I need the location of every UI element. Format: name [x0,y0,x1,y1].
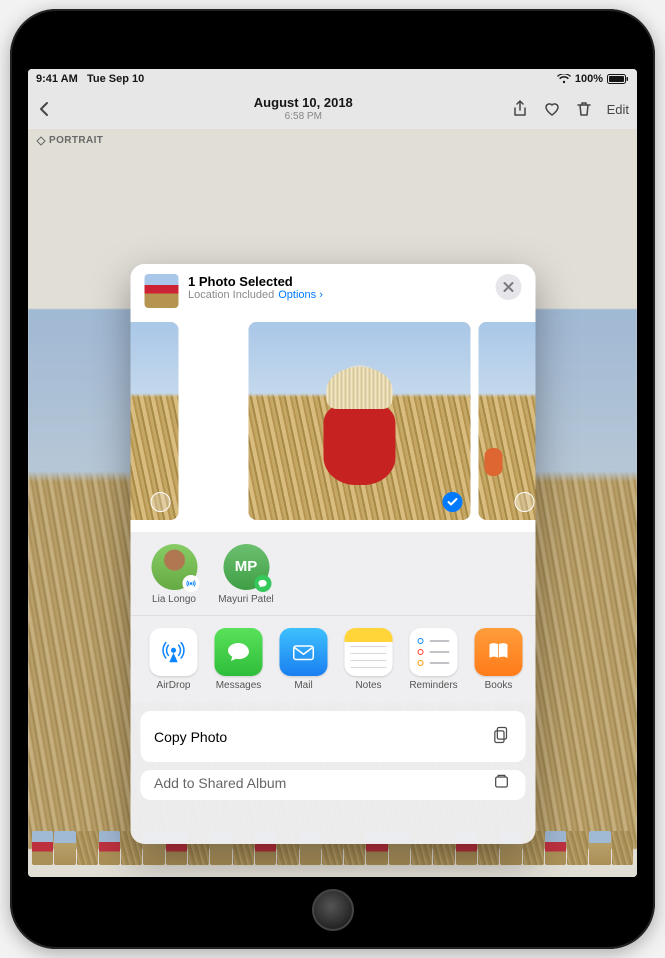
app-label: Reminders [406,680,461,691]
avatar: MP [223,544,269,590]
copy-icon [491,725,511,748]
share-subtitle: Location Included [188,289,274,301]
airdrop-badge-icon [182,575,199,592]
reminders-icon [410,628,458,676]
selection-circle-checked[interactable] [442,492,462,512]
app-label: Notes [341,680,396,691]
add-to-shared-album-action[interactable]: Add to Shared Album [140,770,525,800]
action-label: Add to Shared Album [154,775,286,791]
airdrop-icon [150,628,198,676]
app-label: Books [471,680,526,691]
close-button[interactable] [495,274,521,300]
share-sheet: 1 Photo Selected Location Included Optio… [130,264,535,844]
contact-suggestion[interactable]: MP Mayuri Patel [218,544,274,605]
home-button[interactable] [312,889,354,931]
photo-preview-item[interactable] [130,322,178,520]
action-label: Copy Photo [154,729,227,745]
header-thumbnail [144,274,178,308]
app-label: Mail [276,680,331,691]
actions-list: Copy Photo Add to Shared Album [130,703,535,808]
mail-icon [280,628,328,676]
selection-circle[interactable] [514,492,534,512]
photo-preview-item[interactable] [248,322,470,520]
messages-icon [215,628,263,676]
share-options-link[interactable]: Options › [278,289,323,301]
messages-badge-icon [254,575,271,592]
photo-preview-item[interactable] [478,322,535,520]
app-label: AirDrop [146,680,201,691]
app-books[interactable]: Books [471,628,526,691]
ipad-device-frame: 9:41 AM Tue Sep 10 100% [10,9,655,949]
app-mail[interactable]: Mail [276,628,331,691]
contact-name: Mayuri Patel [218,594,274,605]
close-icon [502,281,514,293]
share-apps-row[interactable]: AirDrop Messages Mail [130,616,535,703]
shared-album-icon [491,772,511,795]
books-icon [475,628,523,676]
photo-preview-row[interactable] [130,316,535,532]
app-airdrop[interactable]: AirDrop [146,628,201,691]
selection-circle[interactable] [150,492,170,512]
contact-suggestion[interactable]: Lia Longo [146,544,202,605]
contact-name: Lia Longo [146,594,202,605]
copy-photo-action[interactable]: Copy Photo [140,711,525,762]
share-title: 1 Photo Selected [188,274,485,289]
screen: 9:41 AM Tue Sep 10 100% [28,69,637,877]
checkmark-icon [446,496,458,508]
share-sheet-header: 1 Photo Selected Location Included Optio… [130,264,535,316]
app-messages[interactable]: Messages [211,628,266,691]
app-reminders[interactable]: Reminders [406,628,461,691]
app-label: Messages [211,680,266,691]
suggested-contacts-row: Lia Longo MP Mayuri Patel [130,532,535,615]
avatar [151,544,197,590]
app-notes[interactable]: Notes [341,628,396,691]
notes-icon [345,628,393,676]
